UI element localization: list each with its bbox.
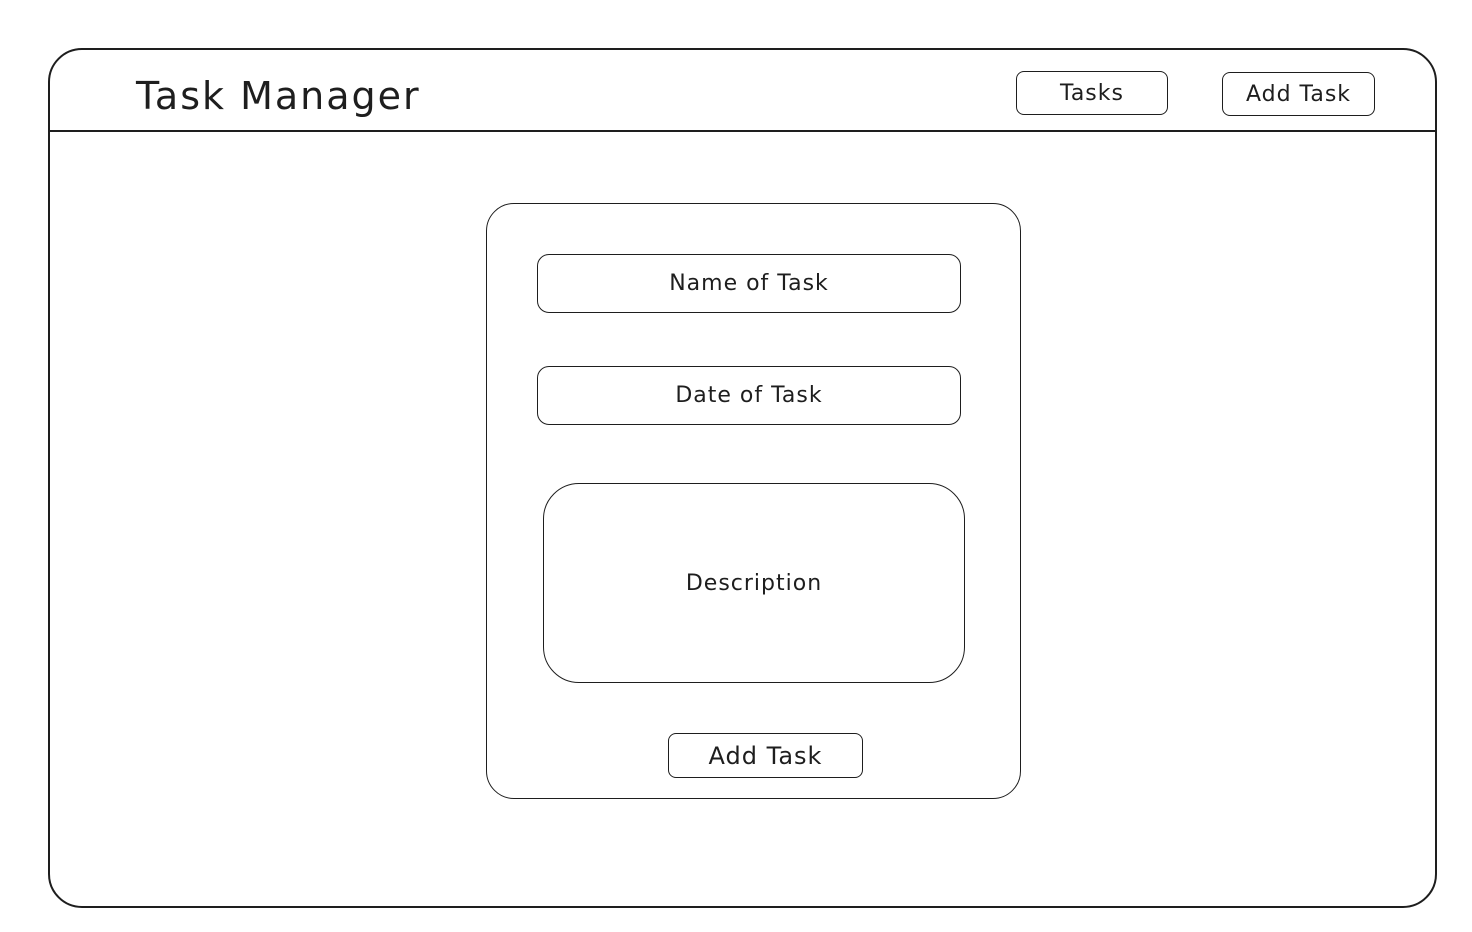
- task-description-textarea[interactable]: Description: [543, 483, 965, 683]
- nav-add-task-button[interactable]: Add Task: [1222, 72, 1375, 116]
- app-title: Task Manager: [136, 74, 421, 118]
- header-divider: [48, 130, 1437, 132]
- add-task-submit-button[interactable]: Add Task: [668, 733, 863, 778]
- task-name-input[interactable]: Name of Task: [537, 254, 961, 313]
- task-date-input[interactable]: Date of Task: [537, 366, 961, 425]
- nav-tasks-button[interactable]: Tasks: [1016, 71, 1168, 115]
